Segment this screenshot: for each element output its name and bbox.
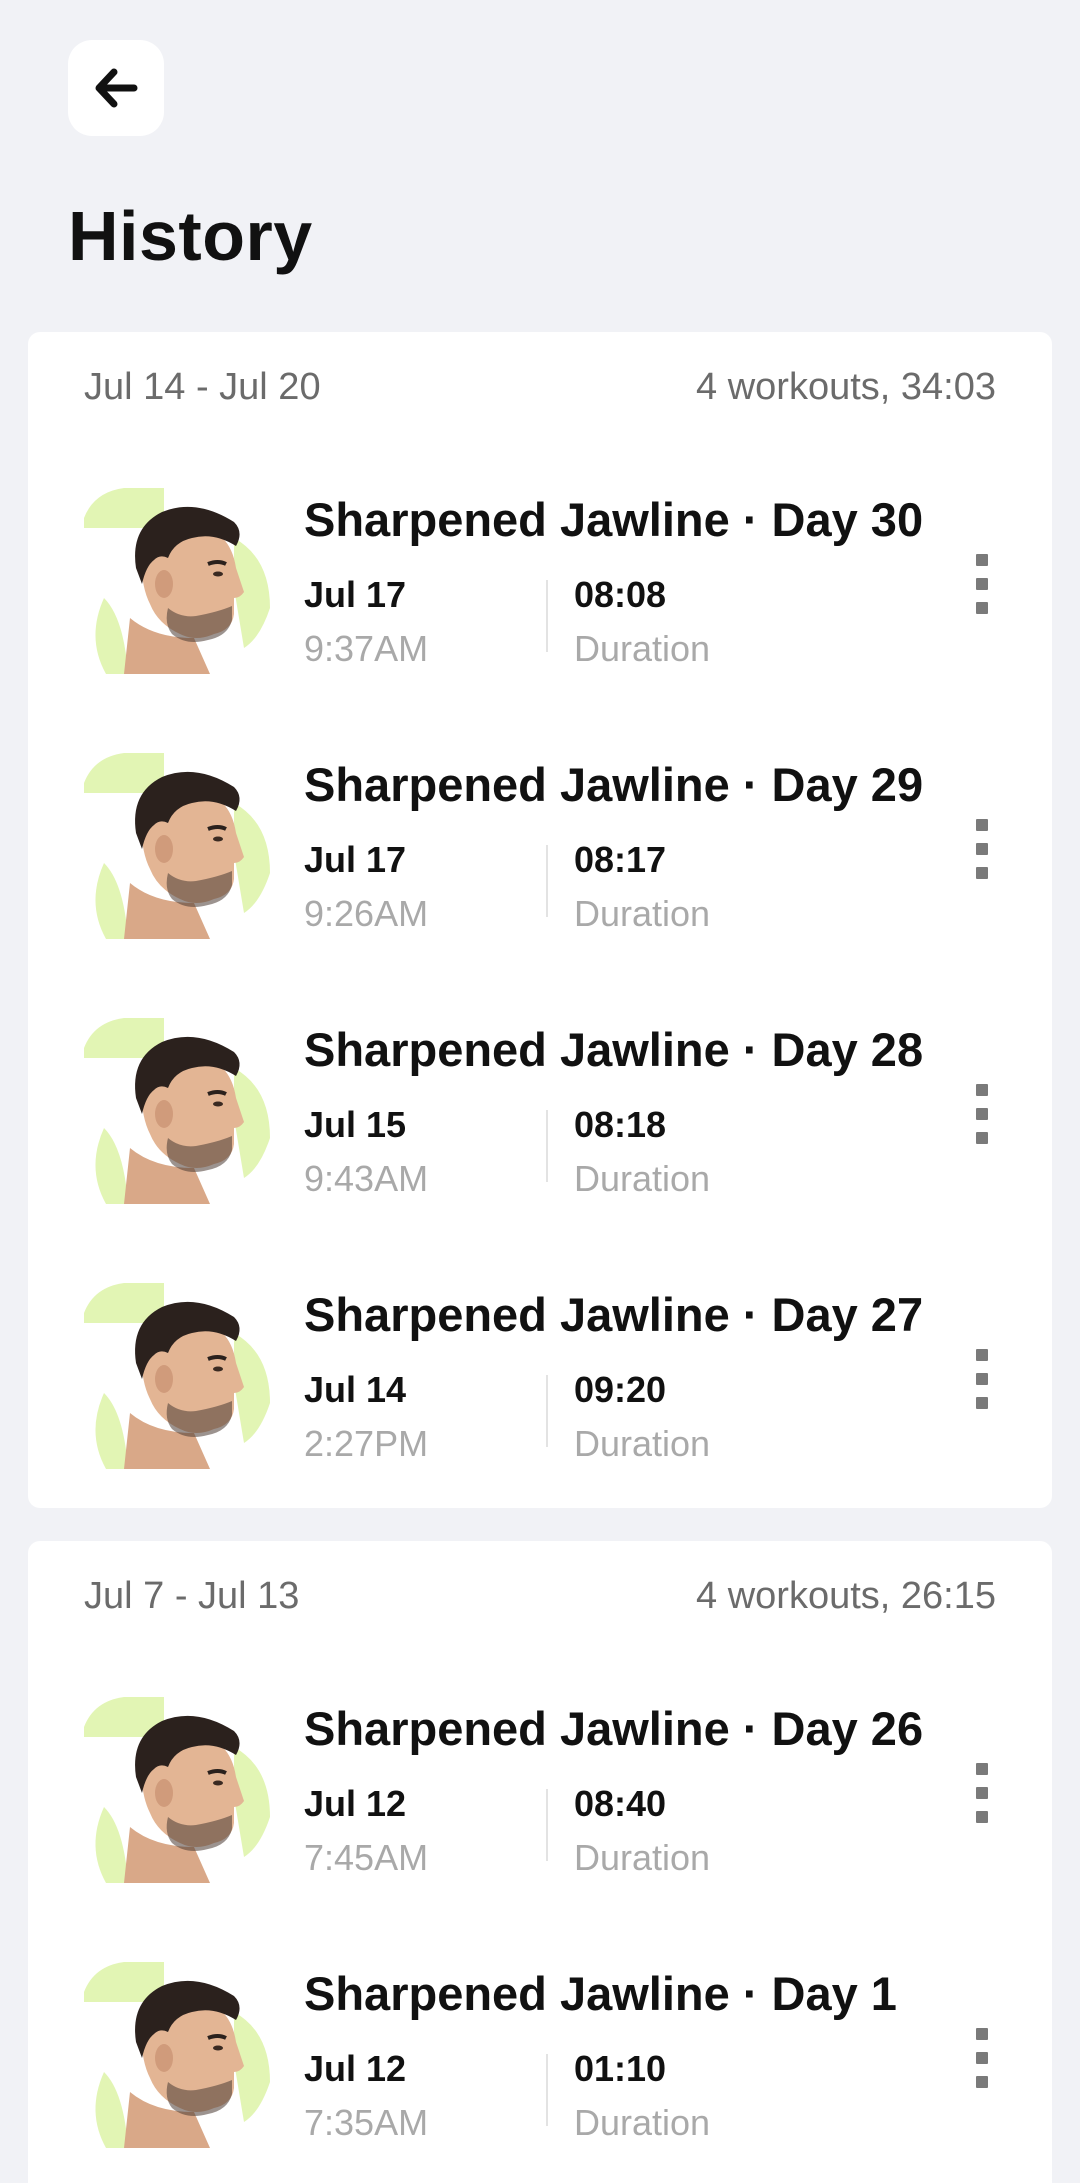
- workout-date: Jul 12: [304, 2048, 407, 2089]
- arrow-left-icon: [95, 68, 138, 108]
- divider: [546, 845, 548, 917]
- workout-thumbnail: [84, 1962, 270, 2148]
- workout-title: Sharpened Jawline · Day 30: [304, 493, 924, 546]
- workout-thumbnail: [84, 1018, 270, 1204]
- divider: [546, 2054, 548, 2126]
- workout-title: Sharpened Jawline · Day 27: [304, 1288, 924, 1341]
- workout-title: Sharpened Jawline · Day 26: [304, 1702, 924, 1755]
- duration-label: Duration: [574, 1423, 711, 1464]
- page-title: History: [68, 197, 313, 275]
- week-summary: 4 workouts, 26:15: [696, 1575, 996, 1617]
- workout-title: Sharpened Jawline · Day 1: [304, 1967, 897, 2020]
- duration-label: Duration: [574, 2102, 711, 2143]
- more-options-icon[interactable]: [968, 2028, 996, 2088]
- workout-date: Jul 15: [304, 1104, 407, 1145]
- divider: [546, 580, 548, 652]
- workout-row[interactable]: Sharpened Jawline · Day 29 Jul 17 9:26AM…: [28, 753, 1052, 1018]
- workout-thumbnail: [84, 1283, 270, 1469]
- workout-time: 2:27PM: [304, 1423, 429, 1464]
- workout-thumbnail: [84, 753, 270, 939]
- workout-duration: 08:17: [574, 839, 667, 880]
- divider: [546, 1110, 548, 1182]
- week-range: Jul 14 - Jul 20: [84, 366, 321, 408]
- week-header: Jul 14 - Jul 20 4 workouts, 34:03: [84, 366, 996, 409]
- workout-duration: 08:08: [574, 574, 667, 615]
- workout-time: 7:35AM: [304, 2102, 429, 2143]
- history-screen: History Jul 14 - Jul 20 4 workouts, 34:0…: [0, 0, 1080, 2183]
- workout-thumbnail: [84, 1697, 270, 1883]
- duration-label: Duration: [574, 893, 711, 934]
- workout-duration: 08:18: [574, 1104, 667, 1145]
- duration-label: Duration: [574, 1837, 711, 1878]
- more-options-icon[interactable]: [968, 1763, 996, 1823]
- workout-time: 9:37AM: [304, 628, 429, 669]
- workout-row[interactable]: Sharpened Jawline · Day 26 Jul 12 7:45AM…: [28, 1697, 1052, 1962]
- workout-row[interactable]: Sharpened Jawline · Day 30 Jul 17 9:37AM…: [28, 488, 1052, 753]
- workout-duration: 09:20: [574, 1369, 667, 1410]
- workout-row[interactable]: Sharpened Jawline · Day 1 Jul 12 7:35AM …: [28, 1962, 1052, 2183]
- workout-date: Jul 12: [304, 1783, 407, 1824]
- divider: [546, 1789, 548, 1861]
- duration-label: Duration: [574, 628, 711, 669]
- more-options-icon[interactable]: [968, 1084, 996, 1144]
- workout-time: 7:45AM: [304, 1837, 429, 1878]
- workout-date: Jul 17: [304, 574, 407, 615]
- week-card: Jul 14 - Jul 20 4 workouts, 34:03 Sharpe…: [28, 332, 1052, 1508]
- workout-row[interactable]: Sharpened Jawline · Day 28 Jul 15 9:43AM…: [28, 1018, 1052, 1283]
- workout-duration: 08:40: [574, 1783, 667, 1824]
- workout-time: 9:43AM: [304, 1158, 429, 1199]
- workout-date: Jul 14: [304, 1369, 407, 1410]
- week-header: Jul 7 - Jul 13 4 workouts, 26:15: [84, 1575, 996, 1618]
- workout-duration: 01:10: [574, 2048, 667, 2089]
- workout-title: Sharpened Jawline · Day 28: [304, 1023, 924, 1076]
- more-options-icon[interactable]: [968, 819, 996, 879]
- workout-time: 9:26AM: [304, 893, 429, 934]
- divider: [546, 1375, 548, 1447]
- week-range: Jul 7 - Jul 13: [84, 1575, 300, 1617]
- workout-row[interactable]: Sharpened Jawline · Day 27 Jul 14 2:27PM…: [28, 1283, 1052, 1548]
- workout-date: Jul 17: [304, 839, 407, 880]
- workout-title: Sharpened Jawline · Day 29: [304, 758, 924, 811]
- back-button[interactable]: [68, 40, 164, 136]
- week-summary: 4 workouts, 34:03: [696, 366, 996, 408]
- duration-label: Duration: [574, 1158, 711, 1199]
- workout-thumbnail: [84, 488, 270, 674]
- more-options-icon[interactable]: [968, 554, 996, 614]
- more-options-icon[interactable]: [968, 1349, 996, 1409]
- week-card: Jul 7 - Jul 13 4 workouts, 26:15 Sharpen…: [28, 1541, 1052, 2183]
